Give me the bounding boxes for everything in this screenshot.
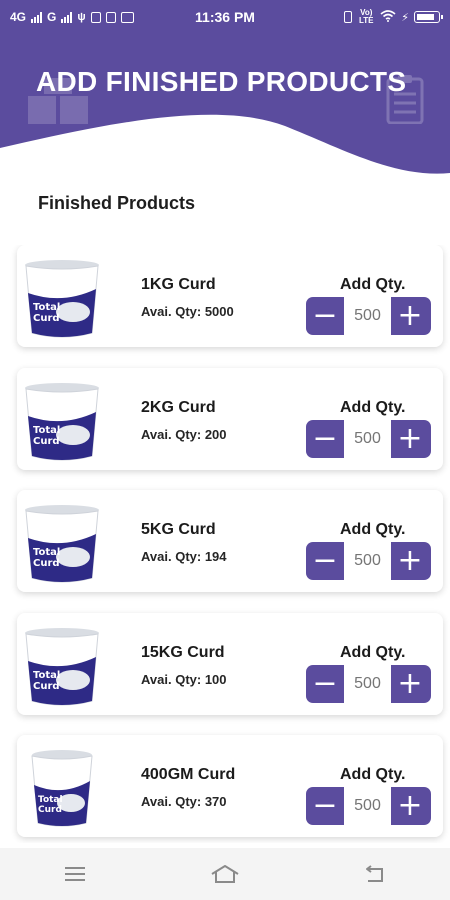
increase-button[interactable]: +	[391, 420, 429, 458]
wifi-icon	[380, 9, 396, 25]
add-quantity-label: Add Qty.	[340, 521, 406, 538]
quantity-stepper: − +	[306, 297, 431, 335]
svg-text:Total: Total	[33, 670, 60, 681]
section-title: Finished Products	[38, 193, 196, 213]
product-name: 5KG Curd	[141, 521, 216, 538]
quantity-input[interactable]	[344, 297, 391, 335]
battery-icon	[414, 11, 443, 23]
quantity-input[interactable]	[344, 420, 391, 458]
svg-text:Total: Total	[33, 547, 60, 558]
quantity-stepper: − +	[306, 542, 431, 580]
product-card: Total Curd 400GM Curd Avai. Qty: 370 Add…	[17, 735, 443, 837]
status-left: 4G G ψ	[10, 10, 134, 24]
product-image: Total Curd	[31, 750, 93, 827]
available-quantity: Avai. Qty: 5000	[141, 304, 234, 319]
status-bar: 4G G ψ 11:36 PM Vo) LTE ⚡	[0, 0, 450, 34]
youtube-icon	[120, 11, 134, 23]
svg-text:Curd: Curd	[33, 313, 60, 324]
product-card: Total Curd 5KG Curd Avai. Qty: 194 Add Q…	[17, 490, 443, 592]
quantity-input[interactable]	[344, 665, 391, 703]
svg-text:Curd: Curd	[33, 436, 60, 447]
nfc-icon	[90, 11, 101, 23]
home-icon	[211, 865, 239, 883]
product-card: Total Curd 15KG Curd Avai. Qty: 100 Add …	[17, 613, 443, 715]
menu-button[interactable]	[45, 854, 105, 894]
network-type-secondary: G	[47, 10, 57, 24]
signal-icon	[31, 11, 43, 23]
quantity-stepper: − +	[306, 420, 431, 458]
svg-text:Curd: Curd	[33, 681, 60, 692]
add-quantity-label: Add Qty.	[340, 766, 406, 783]
navigation-bar	[0, 848, 450, 900]
svg-text:Curd: Curd	[38, 805, 62, 815]
usb-icon: ψ	[77, 11, 86, 23]
product-card: Total Curd 2KG Curd Avai. Qty: 200 Add Q…	[17, 368, 443, 470]
decrease-button[interactable]: −	[306, 787, 344, 825]
notification-icon	[105, 11, 116, 23]
available-quantity: Avai. Qty: 200	[141, 427, 227, 442]
status-right: Vo) LTE ⚡	[344, 8, 443, 25]
home-button[interactable]	[195, 854, 255, 894]
menu-icon	[65, 867, 85, 881]
back-button[interactable]	[345, 854, 405, 894]
quantity-stepper: − +	[306, 787, 431, 825]
svg-text:Total: Total	[38, 795, 63, 805]
available-quantity: Avai. Qty: 100	[141, 672, 227, 687]
svg-text:Total: Total	[33, 302, 60, 313]
decrease-button[interactable]: −	[306, 665, 344, 703]
increase-button[interactable]: +	[391, 665, 429, 703]
svg-text:Total: Total	[33, 425, 60, 436]
add-quantity-label: Add Qty.	[340, 644, 406, 661]
quantity-input[interactable]	[344, 542, 391, 580]
back-icon	[366, 865, 383, 882]
quantity-stepper: − +	[306, 665, 431, 703]
volte-label: Vo) LTE	[359, 8, 374, 25]
decrease-button[interactable]: −	[306, 420, 344, 458]
increase-button[interactable]: +	[391, 297, 429, 335]
signal-icon-secondary	[61, 11, 73, 23]
add-quantity-label: Add Qty.	[340, 276, 406, 293]
product-name: 1KG Curd	[141, 276, 216, 293]
product-image: Total Curd	[25, 628, 99, 706]
product-name: 2KG Curd	[141, 399, 216, 416]
increase-button[interactable]: +	[391, 542, 429, 580]
product-name: 15KG Curd	[141, 644, 225, 661]
add-quantity-label: Add Qty.	[340, 399, 406, 416]
quantity-input[interactable]	[344, 787, 391, 825]
network-type-primary: 4G	[10, 10, 27, 24]
product-image: Total Curd	[25, 505, 99, 583]
product-card: Total Curd 1KG Curd Avai. Qty: 5000 Add …	[17, 245, 443, 347]
product-list[interactable]: Total Curd 1KG Curd Avai. Qty: 5000 Add …	[0, 245, 450, 843]
product-name: 400GM Curd	[141, 766, 236, 783]
available-quantity: Avai. Qty: 370	[141, 794, 227, 809]
page-title: ADD FINISHED PRODUCTS	[36, 66, 407, 97]
svg-text:Curd: Curd	[33, 558, 60, 569]
product-image: Total Curd	[25, 260, 99, 338]
vibrate-icon	[344, 11, 353, 23]
increase-button[interactable]: +	[391, 787, 429, 825]
decrease-button[interactable]: −	[306, 297, 344, 335]
available-quantity: Avai. Qty: 194	[141, 549, 227, 564]
product-image: Total Curd	[25, 383, 99, 461]
decrease-button[interactable]: −	[306, 542, 344, 580]
charging-icon: ⚡	[401, 11, 409, 24]
